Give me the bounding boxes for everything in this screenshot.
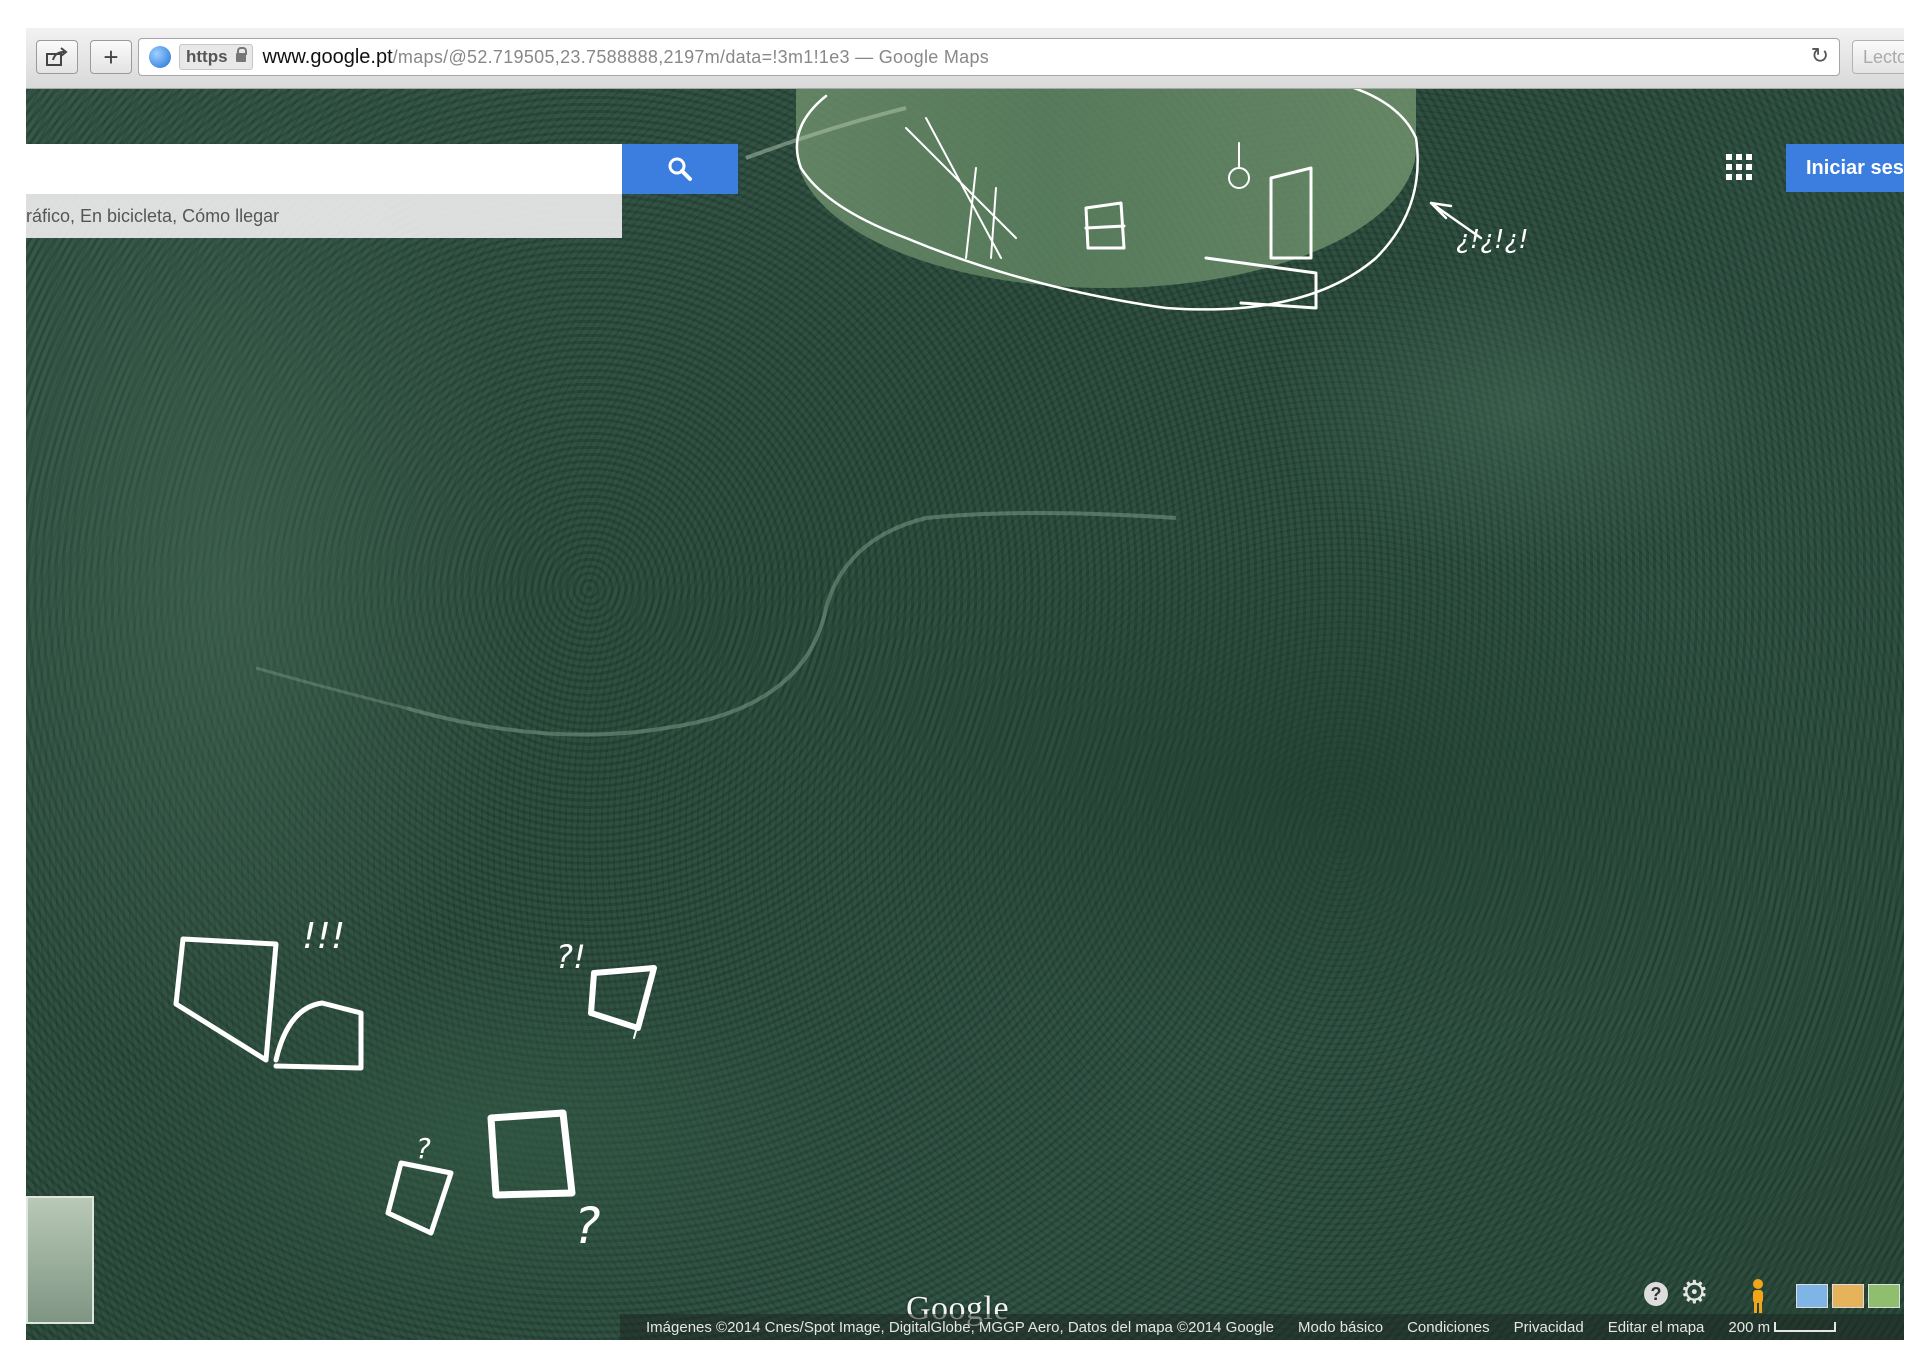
globe-icon [149, 46, 171, 68]
forest-track [255, 106, 1177, 737]
search-icon [668, 157, 692, 181]
scale-label[interactable]: 200 m [1728, 1319, 1770, 1336]
scanned-page: + https www.google.pt /maps/@52.719505,2… [0, 0, 1920, 1358]
signin-button[interactable]: Iniciar ses [1786, 144, 1904, 192]
pegman-icon[interactable] [1738, 1274, 1778, 1314]
reader-button[interactable]: Lecto [1852, 40, 1904, 74]
gear-icon[interactable]: ⚙ [1680, 1276, 1709, 1308]
address-bar[interactable]: https www.google.pt /maps/@52.719505,23.… [138, 38, 1840, 76]
share-icon [46, 47, 68, 66]
reload-icon[interactable]: ↻ [1811, 43, 1829, 69]
map-footer: Imágenes ©2014 Cnes/Spot Image, DigitalG… [620, 1314, 1904, 1340]
layer-thumb-map[interactable] [1796, 1284, 1828, 1308]
apps-grid-icon[interactable] [1726, 154, 1752, 180]
browser-window: + https www.google.pt /maps/@52.719505,2… [26, 28, 1904, 1340]
scale-bar [1774, 1322, 1837, 1332]
https-badge: https [179, 44, 253, 70]
url-domain: www.google.pt [262, 45, 393, 68]
satellite-map[interactable]: ¿!¿!¿! !!! ?! ? ? ráfico, En bicicleta, … [26, 88, 1904, 1340]
url-path: /maps/@52.719505,23.7588888,2197m/data=!… [392, 46, 990, 67]
terms-link[interactable]: Condiciones [1407, 1319, 1490, 1336]
lock-icon [235, 46, 247, 62]
earth-minimap[interactable] [26, 1196, 94, 1324]
search-button[interactable] [622, 144, 738, 194]
browser-toolbar: + https www.google.pt /maps/@52.719505,2… [26, 28, 1904, 89]
help-icon[interactable]: ? [1644, 1282, 1668, 1306]
plus-icon: + [103, 41, 119, 72]
scheme-label: https [186, 47, 228, 66]
search-input[interactable] [26, 144, 622, 194]
basic-mode-link[interactable]: Modo básico [1298, 1319, 1383, 1336]
map-layer-thumbnails [1796, 1284, 1900, 1308]
share-button[interactable] [36, 40, 78, 74]
new-tab-button[interactable]: + [90, 40, 132, 74]
privacy-link[interactable]: Privacidad [1514, 1319, 1584, 1336]
layer-thumb-satellite[interactable] [1868, 1284, 1900, 1308]
search-suggestions-bar[interactable]: ráfico, En bicicleta, Cómo llegar [26, 194, 622, 238]
layer-thumb-terrain[interactable] [1832, 1284, 1864, 1308]
imagery-attribution: Imágenes ©2014 Cnes/Spot Image, DigitalG… [646, 1318, 1275, 1336]
edit-map-link[interactable]: Editar el mapa [1608, 1319, 1705, 1336]
